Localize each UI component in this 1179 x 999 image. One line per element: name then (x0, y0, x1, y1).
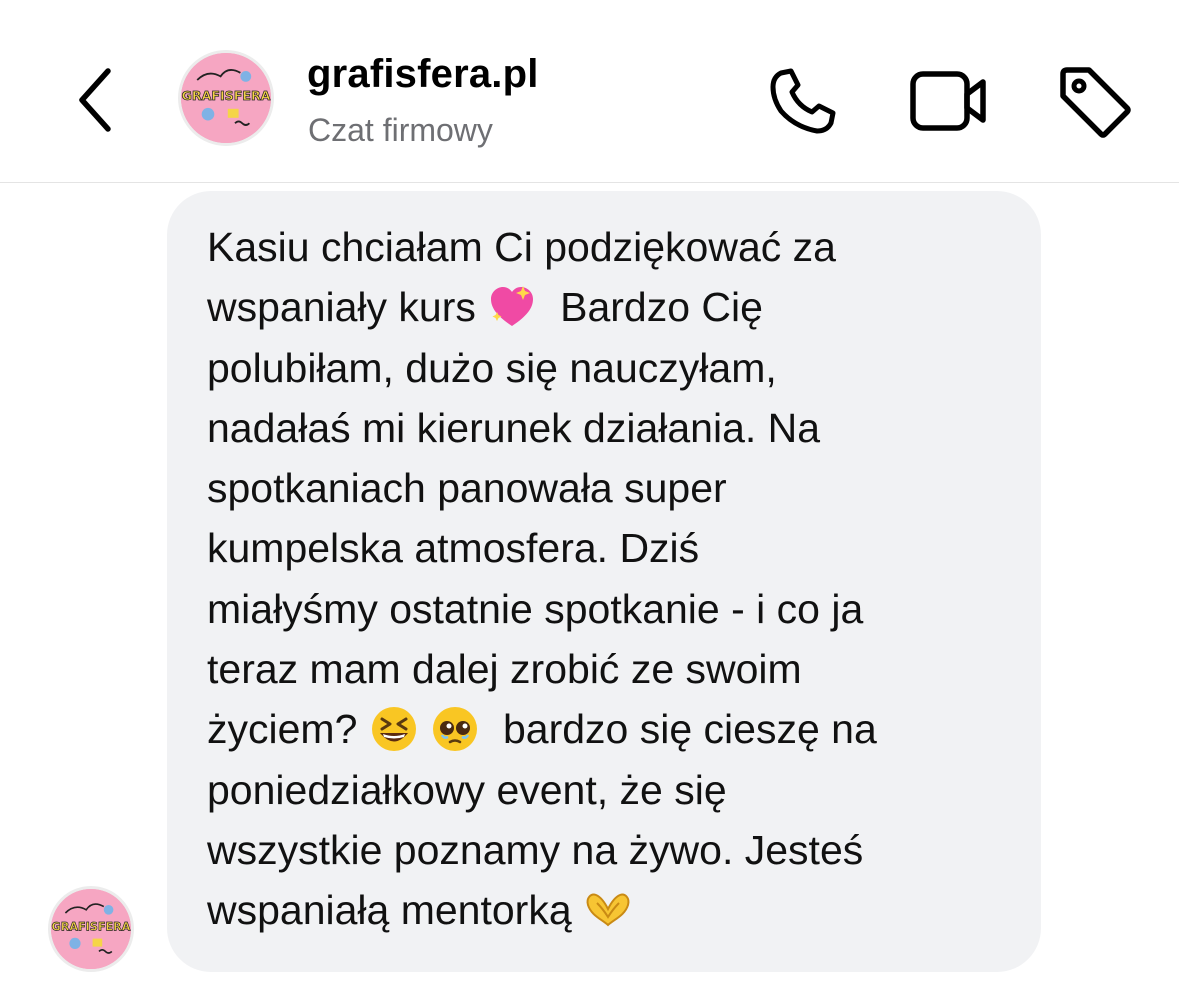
message-line: kumpelska atmosfera. Dziś (207, 525, 700, 572)
message-line: polubiłam, dużo się nauczyłam, (207, 344, 777, 391)
message-line: wspaniały kurs Bardzo Cię (207, 282, 763, 332)
phone-icon (770, 68, 836, 134)
grafisfera-logo: GRAFISFERA (51, 889, 131, 969)
sender-avatar[interactable]: GRAFISFERA (48, 886, 134, 972)
pleading-face-icon (430, 704, 480, 754)
message-line: życiem? bardzo się cieszę na (207, 704, 877, 754)
tag-button[interactable] (1052, 60, 1136, 142)
back-button[interactable] (68, 62, 120, 138)
grafisfera-logo: GRAFISFERA (181, 53, 271, 143)
message-line: nadałaś mi kierunek działania. Na (207, 404, 821, 451)
message-line: teraz mam dalej zrobić ze swoim (207, 646, 802, 693)
video-call-button[interactable] (906, 62, 992, 140)
svg-text:GRAFISFERA: GRAFISFERA (182, 88, 271, 103)
tag-icon (1060, 67, 1131, 138)
call-button[interactable] (762, 62, 844, 140)
grinning-squinting-face-icon (369, 704, 419, 754)
sparkling-heart-icon (487, 282, 537, 332)
video-camera-icon (910, 71, 986, 131)
chat-header: GRAFISFERA grafisfera.pl Czat firmowy (0, 0, 1179, 183)
message-line: wspaniałą mentorką (207, 880, 1011, 940)
message-line: wszystkie poznamy na żywo. Jesteś (207, 826, 864, 873)
svg-text:GRAFISFERA: GRAFISFERA (52, 921, 131, 934)
contact-name[interactable]: grafisfera.pl (307, 52, 539, 97)
chevron-left-icon (79, 68, 111, 132)
chat-type-label: Czat firmowy (308, 112, 493, 148)
message-line: spotkaniach panowała super (207, 465, 727, 512)
avatar[interactable]: GRAFISFERA (178, 50, 274, 146)
message-line: poniedziałkowy event, że się (207, 766, 727, 813)
message-line: Kasiu chciałam Ci podziękować za (207, 224, 836, 270)
message-bubble[interactable]: Kasiu chciałam Ci podziękować za wspania… (167, 191, 1041, 972)
message-line: miałyśmy ostatnie spotkanie - i co ja (207, 585, 864, 632)
heart-hands-icon (583, 885, 633, 935)
